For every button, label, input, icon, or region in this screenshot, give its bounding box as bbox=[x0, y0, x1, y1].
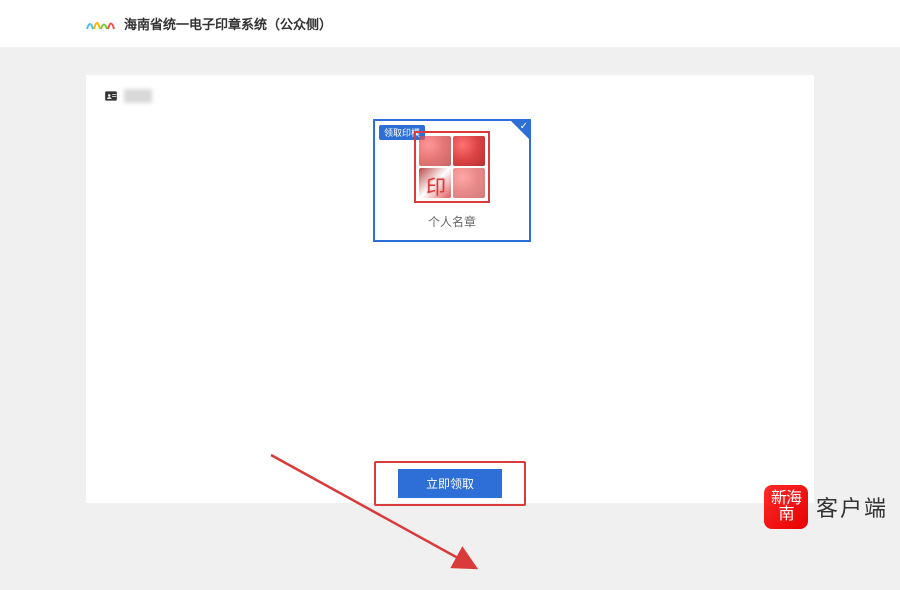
action-bar: 立即领取 bbox=[86, 463, 814, 503]
page-title: 海南省统一电子印章系统（公众侧） bbox=[124, 14, 332, 33]
annotation-highlight-frame: 立即领取 bbox=[374, 461, 526, 506]
watermark-label: 客户端 bbox=[816, 491, 888, 523]
hainan-logo-icon bbox=[86, 15, 116, 33]
xinhainan-logo-icon: 新海南 bbox=[764, 485, 808, 529]
user-name-redacted bbox=[124, 89, 152, 103]
seal-card-personal[interactable]: 领取印模 印 个人名章 bbox=[373, 119, 531, 242]
seal-caption: 个人名章 bbox=[375, 213, 529, 230]
claim-button[interactable]: 立即领取 bbox=[398, 469, 502, 498]
seal-preview-icon: 印 bbox=[414, 131, 490, 203]
user-badge-icon bbox=[104, 89, 118, 103]
main-panel: 领取印模 印 个人名章 立即领取 bbox=[86, 75, 814, 503]
seal-yin-character: 印 bbox=[426, 171, 446, 200]
app-header: 海南省统一电子印章系统（公众侧） bbox=[0, 0, 900, 47]
selected-check-icon bbox=[511, 121, 529, 139]
user-row bbox=[104, 89, 796, 103]
source-watermark: 新海南 客户端 bbox=[764, 485, 888, 529]
